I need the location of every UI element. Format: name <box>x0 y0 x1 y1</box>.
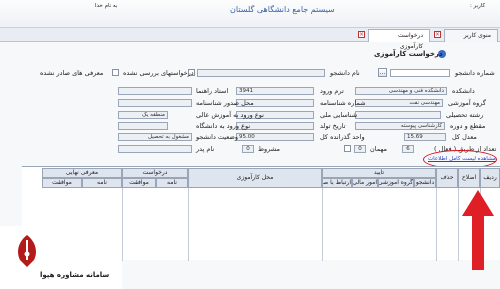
student-name-field <box>197 69 325 77</box>
search-student-button[interactable]: … <box>378 68 387 77</box>
request-group-header: درخواست <box>122 168 188 178</box>
app-window: سیستم جامع دانشگاهی گلستان به نام خدا کا… <box>0 0 500 289</box>
advisor-field <box>118 87 192 95</box>
birth-date-label: تاریخ تولد <box>320 122 346 130</box>
student-name-label: نام دانشجو <box>330 69 360 77</box>
student-no-label: شماره دانشجو <box>455 69 495 77</box>
grid-divider <box>322 188 323 261</box>
entry-term-label: ترم ورود <box>320 87 344 95</box>
approve-group-header: تایید <box>322 168 436 178</box>
grid-divider <box>188 188 189 261</box>
status-label: وضعیت دانشجو <box>196 133 239 141</box>
units-field: 95.00 <box>236 133 314 141</box>
col-delete[interactable]: حذف <box>436 168 458 188</box>
final-intro-group-header: معرفی نهایی <box>42 168 122 178</box>
status-field: مشغول به تحصیل <box>118 133 192 141</box>
student-no-input[interactable] <box>390 69 450 77</box>
tab-strip: منوی کاربر × درخواست کارآموزی × <box>0 28 500 50</box>
major-label: رشته تحصیلی <box>446 111 484 119</box>
faculty-field: دانشکده فنی و مهندسی <box>355 87 447 95</box>
group-field: مهندسی نفت <box>355 99 443 107</box>
user-label: کاربر : <box>470 3 486 9</box>
col-request-approval[interactable]: موافقت <box>122 178 156 188</box>
active-count-field: 6 <box>402 145 414 153</box>
national-id-label: شناسایی ملی <box>320 111 358 119</box>
logo-block: سامانه مشاوره هپوا <box>0 226 122 289</box>
major-field <box>355 111 441 119</box>
grid-divider <box>436 188 437 261</box>
close-tab-icon[interactable]: × <box>434 31 441 38</box>
col-final-approval[interactable]: موافقت <box>42 178 82 188</box>
conditional-label: مشروط <box>258 145 281 153</box>
welcome-text: به نام خدا <box>95 3 118 9</box>
col-final-letter[interactable]: نامه <box>82 178 122 188</box>
close-tab-icon[interactable]: × <box>358 31 365 38</box>
col-edu-group[interactable]: گروه آموزشی <box>378 178 414 188</box>
guest-field: 0 <box>354 145 366 153</box>
unreviewed-requests-label: درخواستهای بررسی نشده <box>123 69 194 77</box>
col-edit[interactable]: اصلاح <box>458 168 480 188</box>
faculty-label: دانشکده <box>452 87 475 95</box>
id-place-label: محل صدور شناسنامه <box>196 99 254 107</box>
unissued-introductions-label: معرفی های صادر نشده <box>40 69 104 77</box>
col-industry[interactable]: ارتباط با صنعت <box>322 178 352 188</box>
unissued-introductions-checkbox[interactable] <box>112 69 119 76</box>
red-arrow-icon <box>462 190 494 270</box>
father-name-field <box>118 145 192 153</box>
level-label: مقطع و دوره <box>450 122 486 130</box>
tab-internship-request[interactable]: درخواست کارآموزی <box>368 29 430 50</box>
guest-label: مهمان <box>370 145 387 153</box>
col-finance[interactable]: امور مالی <box>352 178 378 188</box>
app-title: سیستم جامع دانشگاهی گلستان <box>230 5 335 14</box>
logo-text: سامانه مشاوره هپوا <box>40 271 110 279</box>
tab-label: درخواست کارآموزی <box>398 32 423 50</box>
father-name-label: نام پدر <box>196 145 215 153</box>
entry-type-field: منطقه یک <box>118 111 168 119</box>
group-label: گروه آموزشی <box>448 99 486 107</box>
gpa-label: معدل کل <box>452 133 477 141</box>
entry-uni-label: نوع ورود به دانشگاه <box>196 122 251 130</box>
conditional-field: 0 <box>242 145 254 153</box>
col-internship-place[interactable]: محل کارآموزی <box>188 168 322 188</box>
guest-checkbox[interactable] <box>344 145 351 152</box>
col-row[interactable]: ردیف <box>480 168 500 188</box>
col-student[interactable]: دانشجو <box>414 178 436 188</box>
form-title: درخواست کارآموزی <box>374 50 443 58</box>
tab-user-menu[interactable]: منوی کاربر <box>444 29 498 42</box>
tab-label: منوی کاربر <box>463 32 491 39</box>
grid-divider <box>122 188 123 261</box>
level-field: کارشناسی پیوسته <box>355 122 445 130</box>
top-bar: سیستم جامع دانشگاهی گلستان به نام خدا کا… <box>0 0 500 28</box>
entry-term-field: 3941 <box>236 87 314 95</box>
pen-logo-icon <box>18 235 36 267</box>
grid-divider <box>458 188 459 261</box>
id-no-label: شماره شناسنامه <box>320 99 366 107</box>
units-label: واحد گذرانده کل <box>320 133 365 141</box>
col-request-letter[interactable]: نامه <box>156 178 188 188</box>
full-info-link[interactable]: مشاهده لیست کامل اطلاعات <box>428 156 496 162</box>
gpa-field: 15.69 <box>404 133 446 141</box>
entry-type-label: نوع ورود به آموزش عالی <box>196 111 264 119</box>
id-place-field <box>118 99 192 107</box>
entry-uni-field <box>118 122 168 130</box>
advisor-label: استاد راهنما <box>196 87 229 95</box>
